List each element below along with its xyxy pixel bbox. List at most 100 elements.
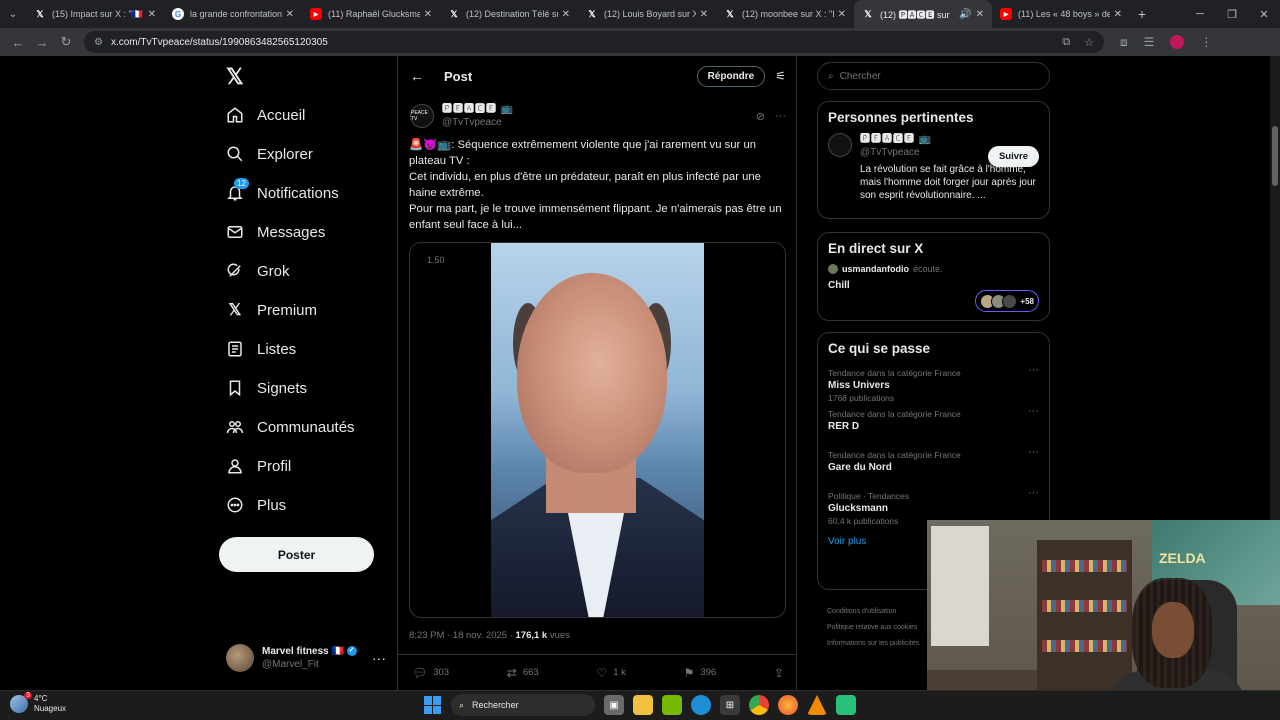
author-name[interactable]: 🅿🅴🅰🅲🅴 📺 bbox=[442, 103, 514, 116]
address-bar[interactable]: ⚙ x.com/TvTvpeace/status/199086348256512… bbox=[84, 31, 1104, 53]
firefox-icon[interactable] bbox=[778, 695, 798, 715]
listeners-count: +58 bbox=[1020, 296, 1034, 306]
close-icon[interactable]: ✕ bbox=[424, 9, 432, 20]
like-action[interactable]: ♡ 1 k bbox=[596, 666, 625, 680]
footer-link[interactable]: Politique relative aux cookies bbox=[827, 620, 927, 636]
tweet-timestamp: 8:23 PM · 18 nov. 2025 · 176,1 k vues bbox=[409, 630, 570, 641]
close-icon[interactable]: ✕ bbox=[148, 9, 156, 20]
nav-grok[interactable]: Grok bbox=[226, 254, 290, 288]
nav-premium[interactable]: 𝕏 Premium bbox=[226, 293, 317, 327]
search-input[interactable]: ⌕ Chercher bbox=[817, 62, 1050, 90]
follow-button[interactable]: Suivre bbox=[987, 146, 1039, 167]
author-handle[interactable]: @TvTvpeace bbox=[442, 116, 514, 129]
file-explorer-icon[interactable] bbox=[633, 695, 653, 715]
browser-tab-active[interactable]: 𝕏 (12) 🅿🅰🅲🅴 sur 🔊 ✕ bbox=[854, 0, 992, 28]
profile-avatar[interactable] bbox=[1170, 35, 1185, 49]
nav-communities[interactable]: Communautés bbox=[226, 410, 355, 444]
nav-notifications[interactable]: 12 Notifications bbox=[226, 176, 339, 210]
footer-link[interactable]: Conditions d'utilisation bbox=[827, 604, 927, 620]
app-icon[interactable] bbox=[836, 695, 856, 715]
minimize-icon[interactable]: ─ bbox=[1184, 8, 1216, 21]
trend-item[interactable]: Tendance dans la catégorie France Gare d… bbox=[818, 446, 1049, 487]
nav-more[interactable]: Plus bbox=[226, 488, 286, 522]
edge-icon[interactable] bbox=[691, 695, 711, 715]
restore-icon[interactable]: ❐ bbox=[1216, 8, 1248, 21]
nav-lists[interactable]: Listes bbox=[226, 332, 296, 366]
weather-widget[interactable]: 3 4°C Nuageux bbox=[10, 692, 66, 714]
playback-speed[interactable]: 1.50 bbox=[427, 255, 445, 265]
user-name[interactable]: 🅿🅴🅰🅲🅴 📺 bbox=[860, 133, 1039, 146]
avatar[interactable] bbox=[828, 133, 852, 157]
nav-home[interactable]: Accueil bbox=[226, 98, 305, 132]
menu-icon[interactable]: ⋮ bbox=[1200, 35, 1212, 49]
site-info-icon[interactable]: ⚙ bbox=[94, 37, 103, 48]
trend-item[interactable]: Tendance dans la catégorie France Miss U… bbox=[818, 364, 1049, 405]
back-arrow-icon[interactable]: ← bbox=[410, 68, 424, 84]
filter-icon[interactable]: ⚟ bbox=[775, 69, 786, 83]
author-avatar[interactable]: PEACE TV bbox=[410, 104, 434, 128]
task-view-icon[interactable]: ▣ bbox=[604, 695, 624, 715]
taskbar-search[interactable]: ⌕ Rechercher bbox=[451, 694, 595, 716]
browser-tab[interactable]: 𝕏(12) Louis Boyard sur X : "✕ bbox=[578, 0, 716, 28]
repost-action[interactable]: ⇄ 663 bbox=[507, 666, 539, 680]
nav-profile[interactable]: Profil bbox=[226, 449, 291, 483]
start-button[interactable] bbox=[424, 696, 442, 714]
browser-tab[interactable]: 𝕏(15) Impact sur X : "🇫🇷 FR⁠✕ bbox=[26, 0, 164, 28]
star-icon[interactable]: ☆ bbox=[1084, 36, 1094, 49]
close-icon[interactable]: ✕ bbox=[562, 9, 570, 20]
more-icon[interactable]: ··· bbox=[1028, 364, 1039, 376]
browser-tab[interactable]: 𝕏(12) Destination Télé sur X✕ bbox=[440, 0, 578, 28]
nav-bookmarks[interactable]: Signets bbox=[226, 371, 307, 405]
left-sidebar: 𝕏 Accueil Explorer 12 Notifications Mess… bbox=[218, 56, 396, 690]
reply-action[interactable]: 💬︎ 303 bbox=[412, 666, 449, 680]
close-icon[interactable]: ✕ bbox=[838, 9, 846, 20]
video-frame[interactable] bbox=[491, 243, 704, 617]
nav-messages[interactable]: Messages bbox=[226, 215, 325, 249]
share-action[interactable]: ⇪ bbox=[774, 666, 784, 680]
browser-tab[interactable]: 𝕏 (12) moonbee sur X : "La ✕ bbox=[716, 0, 854, 28]
tab-search-icon[interactable]: ⌄ bbox=[0, 0, 26, 28]
more-icon[interactable]: ··· bbox=[1028, 446, 1039, 458]
new-tab-button[interactable]: + bbox=[1130, 6, 1154, 22]
browser-tab[interactable]: Gla grande confrontation - ✕ bbox=[164, 0, 302, 28]
close-icon[interactable]: ✕ bbox=[286, 9, 294, 20]
verified-icon: ✓ bbox=[346, 646, 357, 657]
account-switcher[interactable]: Marvel fitness 🇫🇷 ✓ @Marvel_Fit ··· bbox=[226, 641, 386, 675]
trend-item[interactable]: Tendance dans la catégorie France RER D … bbox=[818, 405, 1049, 446]
grok-icon[interactable]: ⊘ bbox=[756, 110, 765, 123]
more-icon[interactable]: ··· bbox=[1028, 405, 1039, 417]
more-icon[interactable]: ··· bbox=[372, 650, 386, 666]
vlc-icon[interactable] bbox=[807, 695, 827, 715]
close-window-icon[interactable]: ✕ bbox=[1248, 8, 1280, 21]
close-icon[interactable]: ✕ bbox=[976, 9, 984, 20]
reading-list-icon[interactable]: ☰ bbox=[1144, 35, 1155, 49]
scrollbar-thumb[interactable] bbox=[1272, 126, 1278, 186]
listeners-button[interactable]: +58 bbox=[975, 290, 1039, 312]
main-column: ← Post Répondre ⚟ PEACE TV 🅿🅴🅰🅲🅴 📺 @TvTv… bbox=[397, 56, 797, 690]
speaker-icon[interactable]: 🔊 bbox=[959, 9, 971, 20]
x-logo-icon[interactable]: 𝕏 bbox=[226, 64, 244, 90]
bookmark-action[interactable]: ⚑ 396 bbox=[684, 666, 717, 680]
reload-icon[interactable]: ↻ bbox=[54, 34, 78, 50]
more-icon[interactable]: ··· bbox=[1028, 487, 1039, 499]
host-avatar bbox=[828, 264, 838, 274]
close-icon[interactable]: ✕ bbox=[700, 9, 708, 20]
post-button[interactable]: Poster bbox=[219, 537, 374, 572]
browser-tab[interactable]: ▶(11) Les « 48 boys » de M✕ bbox=[992, 0, 1130, 28]
browser-tab[interactable]: ▶(11) Raphaël Glucksmann✕ bbox=[302, 0, 440, 28]
more-icon[interactable]: ··· bbox=[775, 110, 786, 123]
chrome-icon[interactable] bbox=[749, 695, 769, 715]
footer-link[interactable]: Informations sur les publicités bbox=[827, 636, 927, 652]
relevant-user[interactable]: 🅿🅴🅰🅲🅴 📺 @TvTvpeace La révolution se fait… bbox=[818, 133, 1049, 202]
install-icon[interactable]: ⧉ bbox=[1062, 36, 1070, 49]
extensions-icon[interactable]: ⧈ bbox=[1120, 35, 1128, 50]
video-player[interactable]: 1.50 bbox=[409, 242, 786, 618]
close-icon[interactable]: ✕ bbox=[1114, 9, 1122, 20]
forward-icon[interactable]: → bbox=[30, 35, 54, 50]
nav-explore[interactable]: Explorer bbox=[226, 137, 313, 171]
back-icon[interactable]: ← bbox=[6, 35, 30, 50]
nvidia-icon[interactable] bbox=[662, 695, 682, 715]
live-host[interactable]: usmandanfodio bbox=[842, 264, 909, 274]
store-icon[interactable]: ⊞ bbox=[720, 695, 740, 715]
reply-button[interactable]: Répondre bbox=[696, 65, 766, 87]
